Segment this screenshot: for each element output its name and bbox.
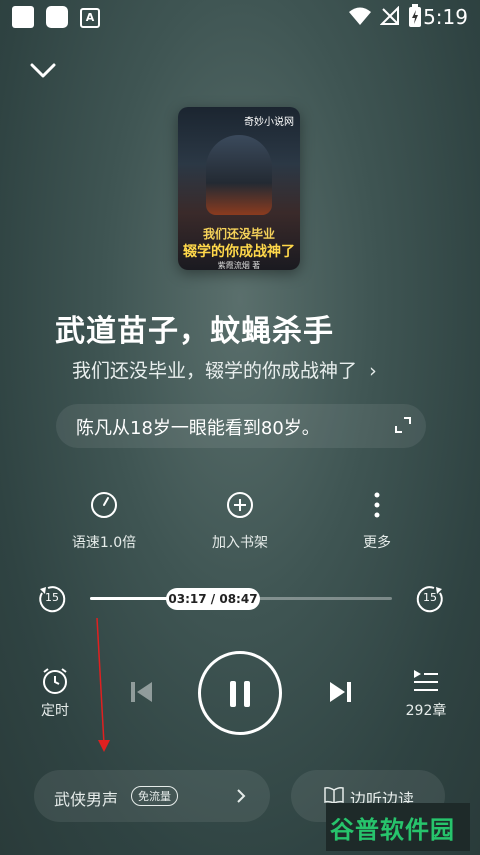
open-book-icon [324, 787, 344, 804]
more-label: 更多 [363, 535, 391, 551]
timer-label: 定时 [41, 703, 69, 719]
playlist-icon [414, 670, 438, 691]
book-title: 我们还没毕业，辍学的你成战神了 [72, 360, 358, 382]
book-title-link[interactable]: 我们还没毕业，辍学的你成战神了 › [72, 356, 377, 383]
alarm-clock-icon [43, 668, 67, 694]
expand-icon[interactable] [394, 416, 412, 434]
add-to-shelf-button[interactable]: 加入书架 [185, 490, 295, 552]
chapter-count-label: 292章 [405, 703, 447, 719]
forward-15-button[interactable]: 15 [414, 583, 446, 615]
chapter-list-button[interactable]: 292章 [400, 666, 452, 720]
notification-icon [12, 6, 34, 28]
add-circle-icon [227, 492, 253, 518]
notification-icon [46, 6, 68, 28]
pause-button[interactable] [198, 651, 282, 735]
cover-title-line2: 辍学的你成战神了 [183, 244, 295, 260]
annotation-arrow-icon [96, 617, 110, 752]
rewind-15-button[interactable]: 15 [36, 583, 68, 615]
status-bar: A 5:19 [0, 0, 480, 34]
voice-label: 武侠男声 [54, 790, 119, 809]
next-chapter-icon[interactable] [326, 678, 354, 706]
speed-gauge-icon [91, 492, 117, 518]
book-cover[interactable]: 奇妙小说网 我们还没毕业 辍学的你成战神了 紫霞流烟 著 [178, 107, 300, 270]
status-time: 5:19 [423, 5, 468, 29]
summary-text: 陈凡从18岁一眼能看到80岁。 [76, 418, 320, 439]
cover-brand: 奇妙小说网 [244, 117, 294, 128]
signal-off-icon [380, 6, 399, 25]
rewind-15-label: 15 [45, 591, 59, 604]
speed-button[interactable]: 语速1.0倍 [49, 490, 159, 552]
forward-15-label: 15 [423, 591, 437, 604]
cover-illustration [206, 135, 272, 215]
speed-label: 语速1.0倍 [71, 535, 137, 551]
previous-chapter-icon[interactable] [128, 678, 156, 706]
pause-icon [230, 681, 236, 707]
chapter-title: 武道苗子，蚊蝇杀手 [55, 314, 334, 349]
progress-time-knob[interactable]: 03:17 / 08:47 [166, 588, 260, 610]
cover-title-line1: 我们还没毕业 [202, 227, 275, 241]
pause-icon [244, 681, 250, 707]
collapse-chevron-icon[interactable] [30, 62, 56, 80]
chevron-right-icon [237, 789, 246, 803]
notification-a-icon: A [80, 8, 100, 28]
battery-charging-icon [409, 4, 421, 27]
add-to-shelf-label: 加入书架 [212, 535, 268, 551]
timer-button[interactable]: 定时 [30, 666, 80, 720]
more-button[interactable]: 更多 [322, 490, 432, 552]
cover-author: 紫霞流烟 著 [217, 261, 261, 270]
chevron-right-icon: › [369, 360, 377, 382]
watermark: 谷普软件园 [330, 816, 455, 844]
more-vertical-icon [374, 492, 380, 518]
free-data-badge: 免流量 [131, 786, 178, 806]
wifi-icon [349, 7, 371, 25]
